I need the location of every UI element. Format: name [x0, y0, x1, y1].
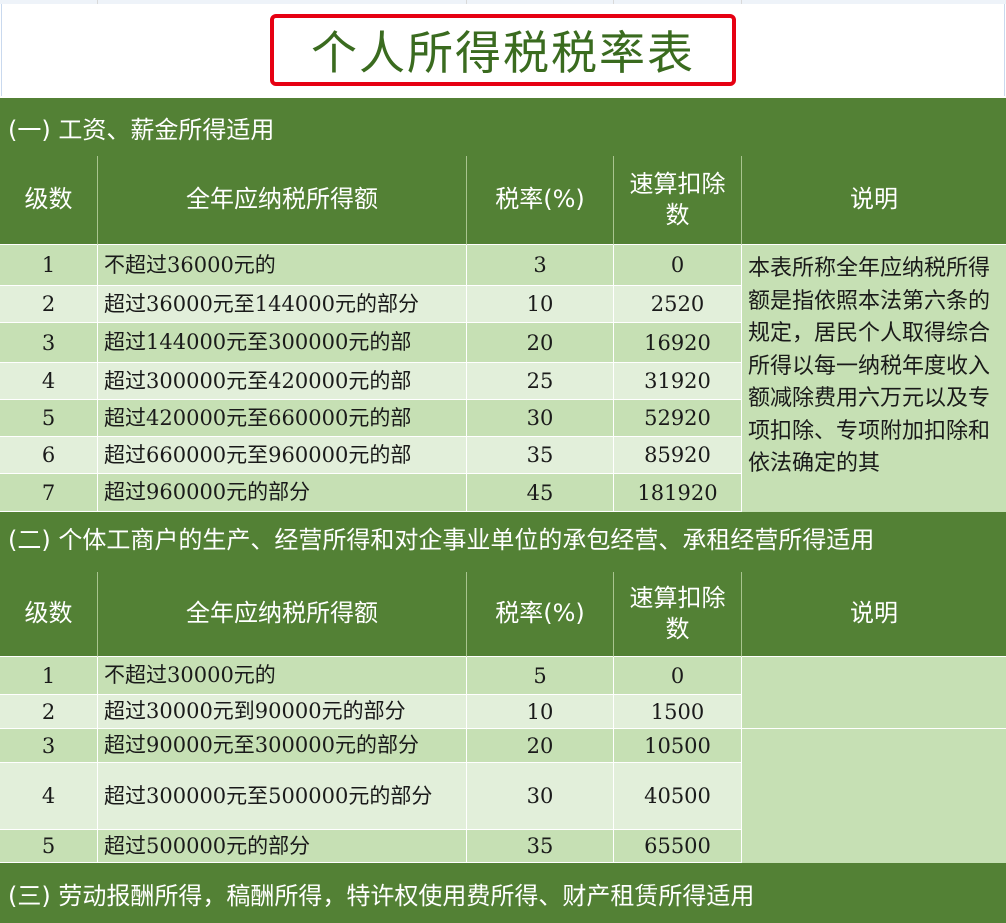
cell-quick-deduction: 16920 — [614, 323, 742, 363]
cell-quick-deduction: 10500 — [614, 729, 742, 763]
cell-quick-deduction: 40500 — [614, 763, 742, 830]
page-title: 个人所得税税率表 — [311, 26, 695, 80]
cell-quick-deduction: 2520 — [614, 286, 742, 323]
cell-tax-rate: 20 — [467, 323, 614, 363]
cell-level: 7 — [0, 474, 98, 512]
cell-level: 5 — [0, 830, 98, 863]
section1-note: 本表所称全年应纳税所得额是指依照本法第六条的规定，居民个人取得综合所得以每一纳税… — [742, 245, 1006, 512]
cell-level: 6 — [0, 437, 98, 474]
cell-taxable-income: 超过300000元至420000元的部 — [98, 363, 467, 400]
gridline — [1004, 4, 1005, 96]
cell-taxable-income: 不超过36000元的 — [98, 245, 467, 286]
cell-taxable-income: 超过144000元至300000元的部 — [98, 323, 467, 363]
cell-quick-deduction: 181920 — [614, 474, 742, 512]
cell-quick-deduction: 65500 — [614, 830, 742, 863]
cell-level: 2 — [0, 695, 98, 729]
gridline — [741, 0, 742, 4]
header-level: 级数 — [0, 156, 98, 245]
cell-level: 3 — [0, 323, 98, 363]
cell-level: 3 — [0, 729, 98, 763]
section2-note-cell — [742, 729, 1006, 863]
cell-level: 1 — [0, 657, 98, 695]
cell-taxable-income: 超过420000元至660000元的部 — [98, 400, 467, 437]
header-quick-deduction: 速算扣除数 — [614, 156, 742, 245]
cell-tax-rate: 35 — [467, 830, 614, 863]
cell-level: 1 — [0, 245, 98, 286]
cell-quick-deduction: 85920 — [614, 437, 742, 474]
header-tax-rate: 税率(%) — [467, 572, 614, 657]
cell-taxable-income: 超过36000元至144000元的部分 — [98, 286, 467, 323]
cell-tax-rate: 35 — [467, 437, 614, 474]
section-heading-1: (一) 工资、薪金所得适用 — [0, 98, 1006, 156]
cell-quick-deduction: 0 — [614, 657, 742, 695]
cell-taxable-income: 超过300000元至500000元的部分 — [98, 763, 467, 830]
cell-level: 5 — [0, 400, 98, 437]
cell-tax-rate: 5 — [467, 657, 614, 695]
cell-level: 4 — [0, 363, 98, 400]
cell-quick-deduction: 52920 — [614, 400, 742, 437]
header-quick-deduction: 速算扣除数 — [614, 572, 742, 657]
cell-tax-rate: 10 — [467, 695, 614, 729]
cell-quick-deduction: 31920 — [614, 363, 742, 400]
section2-note-cell — [742, 657, 1006, 729]
cell-taxable-income: 超过90000元至300000元的部分 — [98, 729, 467, 763]
title-highlight-box: 个人所得税税率表 — [270, 14, 736, 86]
header-taxable-income: 全年应纳税所得额 — [98, 572, 467, 657]
gridline — [466, 0, 467, 4]
cell-level: 4 — [0, 763, 98, 830]
cell-tax-rate: 45 — [467, 474, 614, 512]
header-level: 级数 — [0, 572, 98, 657]
cell-tax-rate: 10 — [467, 286, 614, 323]
cell-taxable-income: 超过500000元的部分 — [98, 830, 467, 863]
spreadsheet: 个人所得税税率表 (一) 工资、薪金所得适用 级数 全年应纳税所得额 税率(%)… — [0, 0, 1006, 923]
cell-taxable-income: 超过960000元的部分 — [98, 474, 467, 512]
header-tax-rate: 税率(%) — [467, 156, 614, 245]
cell-tax-rate: 3 — [467, 245, 614, 286]
cell-tax-rate: 20 — [467, 729, 614, 763]
section-heading-3: (三) 劳动报酬所得，稿酬所得，特许权使用费所得、财产租赁所得适用 — [0, 863, 1006, 923]
cell-taxable-income: 超过30000元到90000元的部分 — [98, 695, 467, 729]
section-heading-2: (二) 个体工商户的生产、经营所得和对企事业单位的承包经营、承租经营所得适用 — [0, 512, 1006, 572]
cell-tax-rate: 25 — [467, 363, 614, 400]
header-notes: 说明 — [742, 572, 1006, 657]
cell-tax-rate: 30 — [467, 763, 614, 830]
gridline — [613, 0, 614, 4]
cell-quick-deduction: 1500 — [614, 695, 742, 729]
cell-tax-rate: 30 — [467, 400, 614, 437]
sheet-top-row — [0, 0, 1006, 4]
gridline — [1, 4, 2, 96]
cell-quick-deduction: 0 — [614, 245, 742, 286]
cell-taxable-income: 超过660000元至960000元的部 — [98, 437, 467, 474]
cell-taxable-income: 不超过30000元的 — [98, 657, 467, 695]
header-taxable-income: 全年应纳税所得额 — [98, 156, 467, 245]
cell-level: 2 — [0, 286, 98, 323]
header-notes: 说明 — [742, 156, 1006, 245]
gridline — [97, 0, 98, 4]
